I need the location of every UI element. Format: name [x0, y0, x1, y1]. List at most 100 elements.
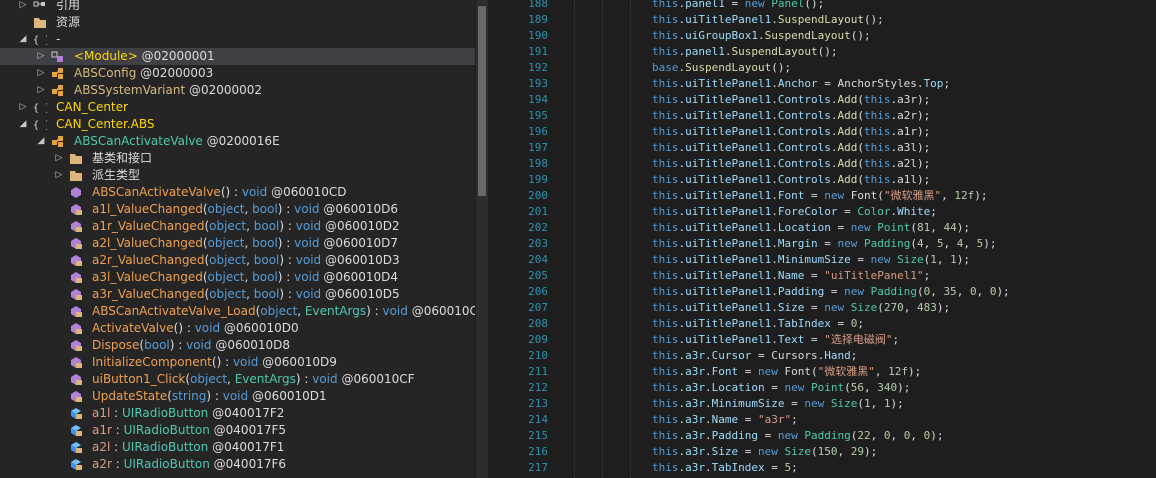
code-token: = — [764, 381, 785, 394]
code-token: = — [804, 333, 825, 346]
code-token: = Cursors. — [751, 349, 825, 362]
tree-node[interactable]: a1r : UIRadioButton @040017F5 — [0, 422, 475, 439]
code-line[interactable]: 195 this.uiTitlePanel1.Controls.Add(this.… — [494, 108, 1156, 124]
code-line[interactable]: 196 this.uiTitlePanel1.Controls.Add(this.… — [494, 124, 1156, 140]
collapsed-arrow-icon[interactable]: ▷ — [18, 99, 28, 116]
collapsed-arrow-icon[interactable]: ▷ — [36, 48, 46, 65]
collapsed-arrow-icon[interactable]: ▷ — [36, 82, 46, 99]
code-line[interactable]: 211 this.a3r.Font = new Font("微软雅黑", 12f)… — [494, 364, 1156, 380]
tree-node[interactable]: a1l_ValueChanged(object, bool) : void @0… — [0, 201, 475, 218]
code-line[interactable]: 192 base.SuspendLayout(); — [494, 60, 1156, 76]
code-line[interactable]: 212 this.a3r.Location = new Point(56, 340… — [494, 380, 1156, 396]
tree-node[interactable]: a2r : UIRadioButton @040017F6 — [0, 456, 475, 473]
tree-node[interactable]: ◢ ABSCanActivateValve @0200016E — [0, 133, 475, 150]
code-token: uiTitlePanel1 — [685, 173, 772, 186]
folder-icon — [69, 152, 83, 165]
tree-node[interactable]: a2l : UIRadioButton @040017F1 — [0, 439, 475, 456]
code-token: 56 — [850, 381, 864, 394]
collapsed-arrow-icon[interactable]: ▷ — [36, 65, 46, 82]
code-line[interactable]: 197 this.uiTitlePanel1.Controls.Add(this.… — [494, 140, 1156, 156]
tree-node[interactable]: ActivateValve() : void @060010D0 — [0, 320, 475, 337]
code-token: ; — [930, 205, 937, 218]
tree-node[interactable]: ◢ { } CAN_Center.ABS — [0, 116, 475, 133]
code-line[interactable]: 216 this.a3r.Size = new Size(150, 29); — [494, 444, 1156, 460]
code-line[interactable]: 188 this.panel1 = new Panel(); — [494, 0, 1156, 12]
tree-node[interactable]: ▷ ABSSystemVariant @02000002 — [0, 82, 475, 99]
code-editor[interactable]: 188 this.panel1 = new Panel(); 189 this.uiT… — [494, 0, 1156, 478]
code-token: this — [863, 173, 891, 186]
tree-scrollbar[interactable] — [476, 0, 488, 478]
tree-node[interactable]: ▷ { } CAN_Center — [0, 99, 475, 116]
collapsed-arrow-icon[interactable]: ▷ — [18, 0, 28, 14]
tree-node[interactable]: UpdateState(string) : void @060010D1 — [0, 388, 475, 405]
tree-node[interactable]: a2l_ValueChanged(object, bool) : void @0… — [0, 235, 475, 252]
tree-node[interactable]: ▷ ABSConfig @02000003 — [0, 65, 475, 82]
tree-node-text: @060010D0 — [220, 321, 299, 335]
tree-node-text: ) : — [366, 304, 383, 318]
code-token: = — [817, 237, 838, 250]
tree-node[interactable]: a3l_ValueChanged(object, bool) : void @0… — [0, 269, 475, 286]
code-line[interactable]: 198 this.uiTitlePanel1.Controls.Add(this.… — [494, 156, 1156, 172]
code-line[interactable]: 205 this.uiTitlePanel1.Name = "uiTitlePan… — [494, 268, 1156, 284]
code-token: new — [777, 429, 798, 442]
code-line[interactable]: 191 this.panel1.SuspendLayout(); — [494, 44, 1156, 60]
code-text: this.a3r.Location = new Point(56, 340); — [652, 380, 910, 396]
expanded-arrow-icon[interactable]: ◢ — [36, 133, 46, 150]
code-line[interactable]: 202 this.uiTitlePanel1.Location = new Poi… — [494, 220, 1156, 236]
code-line[interactable]: 190 this.uiGroupBox1.SuspendLayout(); — [494, 28, 1156, 44]
code-line[interactable]: 200 this.uiTitlePanel1.Font = new Font("微… — [494, 188, 1156, 204]
code-line[interactable]: 203 this.uiTitlePanel1.Margin = new Paddi… — [494, 236, 1156, 252]
tree-node[interactable]: a2r_ValueChanged(object, bool) : void @0… — [0, 252, 475, 269]
tree-node[interactable]: a3r_ValueChanged(object, bool) : void @0… — [0, 286, 475, 303]
code-token: this — [863, 157, 891, 170]
private-field-icon — [69, 424, 83, 437]
tree-node[interactable]: ABSCanActivateValve() : void @060010CD — [0, 184, 475, 201]
code-line[interactable]: 210 this.a3r.Cursor = Cursors.Hand; — [494, 348, 1156, 364]
code-line[interactable]: 189 this.uiTitlePanel1.SuspendLayout(); — [494, 12, 1156, 28]
tree-node[interactable]: uiButton1_Click(object, EventArgs) : voi… — [0, 371, 475, 388]
collapsed-arrow-icon[interactable]: ▷ — [54, 167, 64, 184]
code-line[interactable]: 208 this.uiTitlePanel1.TabIndex = 0; — [494, 316, 1156, 332]
tree-node[interactable]: ▷ <Module> @02000001 — [0, 48, 475, 65]
tree-node[interactable]: a1l : UIRadioButton @040017F2 — [0, 405, 475, 422]
expanded-arrow-icon[interactable]: ◢ — [18, 116, 28, 133]
code-line[interactable]: 214 this.a3r.Name = "a3r"; — [494, 412, 1156, 428]
code-line[interactable]: 209 this.uiTitlePanel1.Text = "选择电磁阀"; — [494, 332, 1156, 348]
tree-node-text: object — [207, 270, 245, 284]
code-line[interactable]: 193 this.uiTitlePanel1.Anchor = AnchorSty… — [494, 76, 1156, 92]
tree-node[interactable]: ▷ 派生类型 — [0, 167, 475, 184]
code-line[interactable]: 215 this.a3r.Padding = new Padding(22, 0,… — [494, 428, 1156, 444]
tree-node[interactable]: InitializeComponent() : void @060010D9 — [0, 354, 475, 371]
code-token: , — [910, 429, 924, 442]
code-token: this — [863, 125, 891, 138]
tree-node[interactable]: Dispose(bool) : void @060010D8 — [0, 337, 475, 354]
tree-node[interactable]: ▷ 引用 — [0, 0, 475, 14]
code-line[interactable]: 199 this.uiTitlePanel1.Controls.Add(this.… — [494, 172, 1156, 188]
code-line[interactable]: 194 this.uiTitlePanel1.Controls.Add(this.… — [494, 92, 1156, 108]
code-token: "微软雅黑" — [883, 189, 942, 202]
code-token: new — [850, 221, 871, 234]
code-line[interactable]: 201 this.uiTitlePanel1.ForeColor = Color.… — [494, 204, 1156, 220]
code-line[interactable]: 217 this.a3r.TabIndex = 5; — [494, 460, 1156, 476]
tree-node-text: ABSCanActivateValve — [92, 185, 221, 199]
tree-node[interactable]: ABSCanActivateValve_Load(object, EventAr… — [0, 303, 475, 320]
tree-node-text: ABSCanActivateValve_Load — [92, 304, 256, 318]
tree-node[interactable]: a1r_ValueChanged(object, bool) : void @0… — [0, 218, 475, 235]
tree-node[interactable]: 资源 — [0, 14, 475, 31]
code-token: . — [705, 381, 712, 394]
tree-node-text: @040017F2 — [208, 406, 285, 420]
tree-node-label: 资源 — [56, 14, 80, 31]
tree-node[interactable]: ▷ 基类和接口 — [0, 150, 475, 167]
code-line[interactable]: 206 this.uiTitlePanel1.Padding = new Padd… — [494, 284, 1156, 300]
code-line[interactable]: 213 this.a3r.MinimumSize = new Size(1, 1)… — [494, 396, 1156, 412]
expanded-arrow-icon[interactable]: ◢ — [18, 31, 28, 48]
tree-node[interactable]: ◢ { }- — [0, 31, 475, 48]
tree-scrollbar-thumb[interactable] — [478, 6, 486, 196]
code-token: 150 — [817, 445, 838, 458]
code-token: Add — [837, 125, 858, 138]
code-token: Panel — [771, 0, 805, 10]
tree-node-text: bool — [253, 219, 280, 233]
code-line[interactable]: 207 this.uiTitlePanel1.Size = new Size(27… — [494, 300, 1156, 316]
code-line[interactable]: 204 this.uiTitlePanel1.MinimumSize = new … — [494, 252, 1156, 268]
collapsed-arrow-icon[interactable]: ▷ — [54, 150, 64, 167]
